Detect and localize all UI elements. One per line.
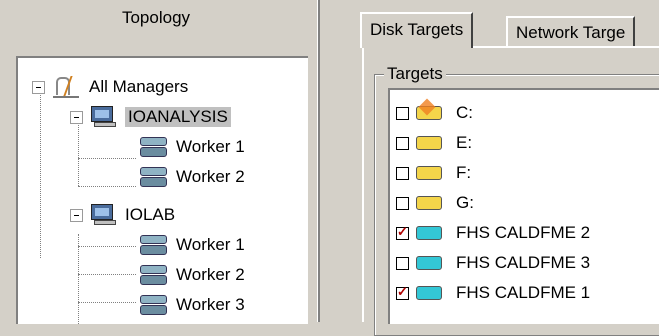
target-item-fhs-3[interactable]: FHS CALDFME 3 [396,248,590,278]
targets-list[interactable]: C: E: F: G: FHS CALDFME 2 FHS CALDFME 3 … [388,88,659,324]
target-label: G: [456,193,474,212]
target-checkbox[interactable] [396,284,409,300]
target-item-f[interactable]: F: [396,158,471,188]
worker-icon [140,293,168,317]
tree-item-label: IOANALYSIS [125,107,231,127]
disk-icon [416,196,442,210]
tree-item-label: All Managers [89,77,189,96]
tree-item-manager-ioanalysis[interactable]: IOANALYSIS [70,102,231,132]
tab-network-targets[interactable]: Network Targe [506,16,636,46]
disk-warning-icon [416,106,442,120]
targets-group-label: Targets [384,64,446,84]
collapse-toggle[interactable] [70,110,83,124]
target-label: FHS CALDFME 3 [456,253,591,272]
tree-item-label: Worker 2 [176,265,245,284]
tree-item-worker[interactable]: Worker 3 [140,290,245,320]
tree-item-all-managers[interactable]: All Managers [32,72,188,102]
worker-icon [140,263,168,287]
tree-connector [78,274,136,275]
tree-item-worker[interactable]: Worker 1 [140,132,245,162]
topology-title: Topology [121,8,191,27]
target-checkbox[interactable] [396,166,409,180]
worker-icon [140,135,168,159]
collapse-toggle[interactable] [32,80,45,94]
tree-connector [78,158,136,159]
target-label: FHS CALDFME 1 [456,283,591,302]
target-item-c[interactable]: C: [396,98,473,128]
target-checkbox[interactable] [396,196,409,210]
target-label: E: [456,133,473,152]
target-item-fhs-2[interactable]: FHS CALDFME 2 [396,218,590,248]
target-label: C: [456,103,473,122]
tree-item-label: Worker 1 [176,137,245,156]
target-checkbox[interactable] [396,256,409,270]
tree-connector [78,234,79,324]
target-label: F: [456,163,472,182]
collapse-toggle[interactable] [70,208,83,222]
topology-panel: Topology All Managers IOANALYSIS Worker … [0,0,320,324]
managers-icon [53,74,85,100]
tree-item-label: Worker 2 [176,167,245,186]
tree-item-label: Worker 1 [176,235,245,254]
tree-item-manager-iolab[interactable]: IOLAB [70,200,175,230]
worker-icon [140,233,168,257]
network-disk-icon [416,226,442,240]
worker-icon [140,165,168,189]
target-item-g[interactable]: G: [396,188,474,218]
disk-icon [416,166,442,180]
target-item-e[interactable]: E: [396,128,472,158]
tree-connector [40,86,41,258]
tree-connector [78,246,136,247]
computer-icon [91,204,117,226]
network-disk-icon [416,256,442,270]
tree-connector [78,302,136,303]
target-checkbox[interactable] [396,224,409,240]
tree-item-worker[interactable]: Worker 2 [140,162,245,192]
network-disk-icon [416,286,442,300]
tree-connector [78,186,136,187]
tree-item-worker[interactable]: Worker 1 [140,230,245,260]
tree-item-label: Worker 3 [176,295,245,314]
target-checkbox[interactable] [396,106,409,120]
target-label: FHS CALDFME 2 [456,223,591,242]
tab-disk-targets[interactable]: Disk Targets [360,12,474,48]
tree-item-label: IOLAB [125,205,176,224]
topology-tree[interactable]: All Managers IOANALYSIS Worker 1 Worker … [16,56,308,324]
disk-icon [416,136,442,150]
target-item-fhs-1[interactable]: FHS CALDFME 1 [396,278,590,308]
computer-icon [91,106,117,128]
target-checkbox[interactable] [396,136,409,150]
tree-item-worker[interactable]: Worker 2 [140,260,245,290]
